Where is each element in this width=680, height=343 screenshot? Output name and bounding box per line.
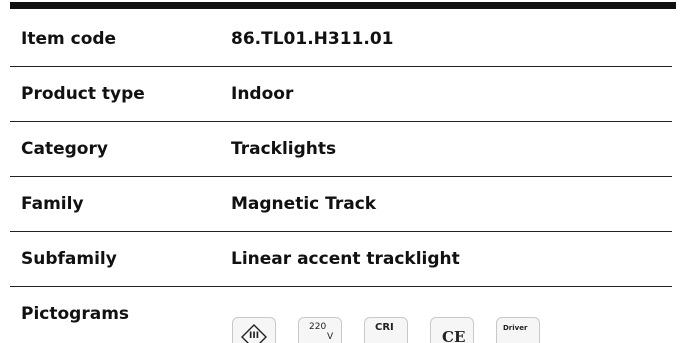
- spec-row-family: Family Magnetic Track: [10, 177, 672, 232]
- spec-value: Linear accent tracklight: [231, 249, 460, 269]
- table-top-rule: [10, 2, 676, 9]
- pictogram-text: Driver: [503, 324, 528, 332]
- cri-icon: CRI: [364, 317, 408, 343]
- pictogram-text: CRI: [375, 322, 394, 333]
- spec-value: 86.TL01.H311.01: [231, 29, 394, 49]
- spec-label: Item code: [21, 29, 117, 49]
- spec-label: Category: [21, 139, 108, 159]
- spec-value: Tracklights: [231, 139, 337, 159]
- pictogram-strip: III 220 V CRI CE Driver: [232, 317, 562, 343]
- pictogram-text: III: [249, 331, 260, 341]
- class-iii-icon: III: [232, 317, 276, 343]
- spec-row-subfamily: Subfamily Linear accent tracklight: [10, 232, 672, 287]
- spec-label: Subfamily: [21, 249, 117, 269]
- pictogram-text: CE: [442, 328, 466, 343]
- spec-row-pictograms: Pictograms III 220 V CRI CE Driver: [10, 287, 672, 343]
- spec-label: Pictograms: [21, 304, 130, 324]
- spec-value: Indoor: [231, 84, 294, 104]
- pictogram-subtext: V: [327, 332, 334, 342]
- driver-icon: Driver: [496, 317, 540, 343]
- spec-table: Item code 86.TL01.H311.01 Product type I…: [10, 12, 672, 343]
- ce-mark-icon: CE: [430, 317, 474, 343]
- spec-row-product-type: Product type Indoor: [10, 67, 672, 122]
- spec-row-category: Category Tracklights: [10, 122, 672, 177]
- voltage-icon: 220 V: [298, 317, 342, 343]
- spec-value: Magnetic Track: [231, 194, 377, 214]
- pictogram-text: 220: [309, 322, 327, 332]
- spec-row-item-code: Item code 86.TL01.H311.01: [10, 12, 672, 67]
- spec-label: Family: [21, 194, 84, 214]
- spec-label: Product type: [21, 84, 145, 104]
